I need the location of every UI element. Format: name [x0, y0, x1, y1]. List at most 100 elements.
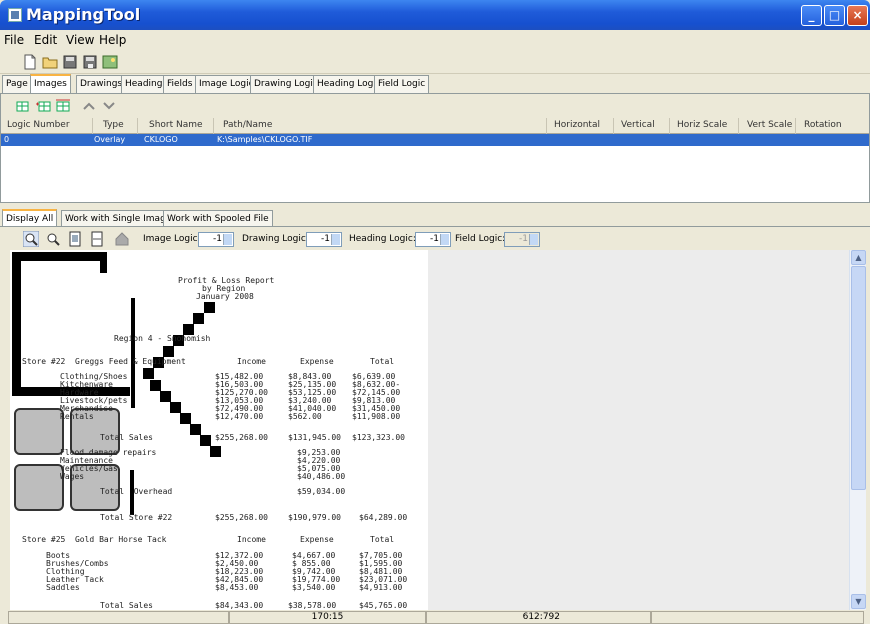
column-divider[interactable]	[669, 118, 670, 134]
open-folder-icon[interactable]	[42, 54, 58, 70]
image-logic-label: Image Logic:	[143, 234, 201, 244]
logo-overlay-square	[200, 435, 211, 446]
save-as-icon[interactable]	[82, 54, 98, 70]
heading-logic-label: Heading Logic:	[349, 234, 416, 244]
display-toolbar: Image Logic: -1 Drawing Logic: -1 Headin…	[0, 226, 870, 250]
line-income: $12,470.00	[215, 412, 264, 421]
scroll-thumb[interactable]	[851, 266, 866, 490]
col-short-name[interactable]: Short Name	[149, 120, 203, 130]
store-header: Store #25 Gold Bar Horse Tack	[22, 535, 167, 544]
line-total: $11,908.00	[352, 412, 401, 421]
overhead-label: Wages	[60, 472, 85, 481]
column-divider[interactable]	[546, 118, 547, 134]
insert-row-icon[interactable]	[13, 98, 29, 114]
total-header: Total	[370, 357, 395, 366]
images-table-header: Logic Number Type Short Name Path/Name H…	[1, 118, 869, 134]
logo-overlay-square	[160, 391, 171, 402]
col-horiz-scale[interactable]: Horiz Scale	[677, 120, 727, 130]
income-header: Income	[237, 535, 266, 544]
logo-overlay-box	[14, 464, 64, 511]
col-path-name[interactable]: Path/Name	[223, 120, 272, 130]
field-logic-label: Field Logic:	[455, 234, 506, 244]
col-horizontal[interactable]: Horizontal	[554, 120, 600, 130]
expense-header: Expense	[300, 357, 334, 366]
column-divider[interactable]	[795, 118, 796, 134]
col-logic-number[interactable]: Logic Number	[7, 120, 70, 130]
column-divider[interactable]	[137, 118, 138, 134]
drawing-logic-label: Drawing Logic:	[242, 234, 309, 244]
zoom-in-icon[interactable]	[45, 231, 61, 247]
close-button[interactable]: ×	[847, 5, 868, 26]
add-row-icon[interactable]	[35, 98, 51, 114]
total-overhead-label: Total Overhead	[100, 487, 173, 496]
logo-overlay-square	[193, 313, 204, 324]
move-up-icon[interactable]	[81, 98, 97, 114]
total-sales-label: Total Sales	[100, 601, 153, 610]
col-rotation[interactable]: Rotation	[804, 120, 842, 130]
maximize-button[interactable]: □	[824, 5, 845, 26]
fit-width-icon[interactable]	[89, 231, 105, 247]
overhead-value: $40,486.00	[297, 472, 346, 481]
logo-overlay-bar	[131, 298, 135, 408]
title-bar: MappingTool _ □ ×	[0, 0, 870, 30]
logo-overlay-bar	[12, 252, 21, 396]
image-icon[interactable]	[102, 54, 118, 70]
delete-row-icon[interactable]	[55, 98, 71, 114]
scroll-down-button[interactable]: ▼	[851, 594, 866, 609]
menu-help[interactable]: Help	[99, 33, 126, 47]
window-title: MappingTool	[26, 5, 141, 24]
total-sales-total: $45,765.00	[359, 601, 408, 610]
tab-drawings[interactable]: Drawings	[76, 75, 127, 93]
fit-page-icon[interactable]	[67, 231, 83, 247]
line-label: Rentals	[60, 412, 94, 421]
logo-overlay-square	[163, 346, 174, 357]
zoom-out-icon[interactable]	[23, 231, 39, 247]
new-file-icon[interactable]	[22, 54, 38, 70]
total-sales-total: $123,323.00	[352, 433, 405, 442]
table-row[interactable]: 0 Overlay CKLOGO K:\Samples\CKLOGO.TIF	[1, 134, 869, 146]
column-divider[interactable]	[613, 118, 614, 134]
save-icon[interactable]	[62, 54, 78, 70]
home-icon[interactable]	[114, 231, 130, 247]
tab-field-logic[interactable]: Field Logic	[374, 75, 430, 93]
status-position-1: 170:15	[229, 611, 426, 624]
move-down-icon[interactable]	[101, 98, 117, 114]
status-cell	[651, 611, 864, 624]
tab-fields[interactable]: Fields	[163, 75, 197, 93]
line-total: $4,913.00	[359, 583, 403, 592]
column-divider[interactable]	[92, 118, 93, 134]
main-toolbar	[0, 50, 870, 74]
col-type[interactable]: Type	[103, 120, 124, 130]
col-vertical[interactable]: Vertical	[621, 120, 655, 130]
total-sales-income: $255,268.00	[215, 433, 268, 442]
menu-view[interactable]: View	[66, 33, 94, 47]
col-vert-scale[interactable]: Vert Scale	[747, 120, 792, 130]
menu-edit[interactable]: Edit	[34, 33, 57, 47]
column-divider[interactable]	[738, 118, 739, 134]
field-logic-spinner[interactable]: -1	[504, 232, 540, 247]
region-heading: Region 4 - Snohomish	[114, 334, 211, 343]
menu-file[interactable]: File	[4, 33, 24, 47]
total-store-total: $64,289.00	[359, 513, 408, 522]
status-position-2: 612:792	[426, 611, 651, 624]
app-icon	[8, 8, 22, 22]
expense-header: Expense	[300, 535, 334, 544]
image-logic-spinner[interactable]: -1	[198, 232, 234, 247]
logo-overlay-square	[204, 302, 215, 313]
tab-image-logic[interactable]: Image Logic	[195, 75, 258, 93]
vertical-scrollbar[interactable]: ▲ ▼	[849, 250, 866, 610]
logo-overlay-square	[180, 413, 191, 424]
tab-drawing-logic[interactable]: Drawing Logic	[250, 75, 322, 93]
tab-page[interactable]: Page	[2, 75, 32, 93]
scroll-up-button[interactable]: ▲	[851, 250, 866, 265]
drawing-logic-spinner[interactable]: -1	[306, 232, 342, 247]
minimize-button[interactable]: _	[801, 5, 822, 26]
split-divider[interactable]	[0, 203, 870, 208]
column-divider[interactable]	[213, 118, 214, 134]
line-label: Saddles	[46, 583, 80, 592]
tab-images[interactable]: Images	[30, 74, 71, 93]
heading-logic-spinner[interactable]: -1	[415, 232, 451, 247]
line-income: $8,453.00	[215, 583, 259, 592]
cell-short-name: CKLOGO	[144, 135, 178, 144]
report-date: January 2008	[196, 292, 254, 301]
